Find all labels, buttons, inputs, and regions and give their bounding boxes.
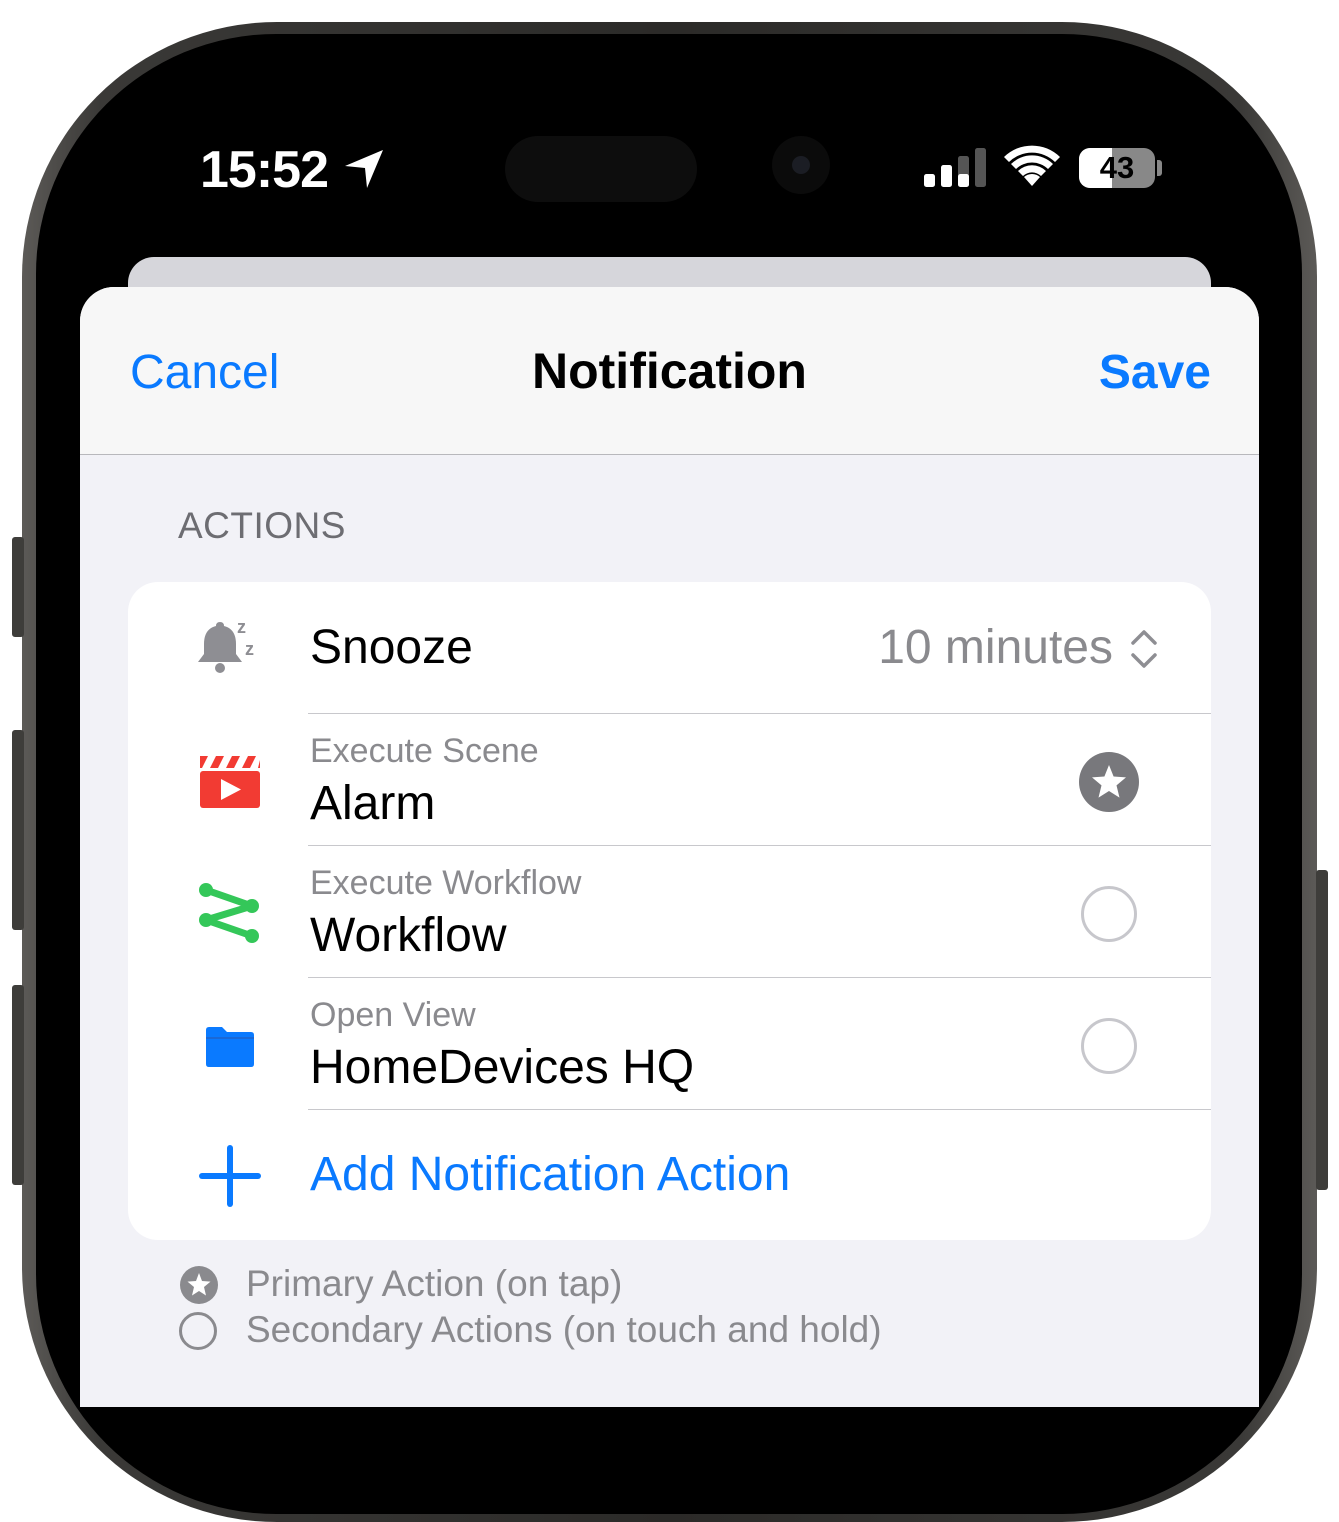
- front-camera: [772, 136, 830, 194]
- volume-up-button: [12, 730, 24, 930]
- action-type-label: Open View: [310, 996, 476, 1034]
- actions-list: z z Snooze 10 minutes Execute Scene Alar…: [128, 582, 1211, 1240]
- svg-text:z: z: [237, 617, 246, 637]
- primary-star-icon[interactable]: [1078, 751, 1140, 818]
- save-button[interactable]: Save: [1099, 345, 1211, 400]
- action-type-label: Execute Scene: [310, 732, 539, 770]
- battery-tip: [1157, 160, 1162, 176]
- location-arrow-icon: [343, 148, 385, 195]
- volume-down-button: [12, 985, 24, 1185]
- action-title: Alarm: [310, 777, 436, 830]
- legend-primary-text: Primary Action (on tap): [246, 1263, 623, 1304]
- action-row-snooze[interactable]: z z Snooze 10 minutes: [128, 582, 1211, 714]
- svg-text:z: z: [245, 639, 254, 659]
- primary-star-icon: [179, 1265, 219, 1310]
- action-title: Workflow: [310, 909, 507, 962]
- snooze-duration-value[interactable]: 10 minutes: [878, 620, 1113, 675]
- clapperboard-icon: [198, 752, 262, 815]
- page-title: Notification: [532, 343, 807, 399]
- action-row-open-view[interactable]: Open View HomeDevices HQ: [128, 978, 1211, 1110]
- action-row-scene[interactable]: Execute Scene Alarm: [128, 714, 1211, 846]
- power-button: [1316, 870, 1328, 1190]
- dynamic-island: [505, 136, 697, 202]
- notification-sheet: Cancel Notification Save ACTIONS z z Sno…: [80, 287, 1259, 1407]
- secondary-radio[interactable]: [1081, 1018, 1137, 1074]
- action-type-label: Execute Workflow: [310, 864, 582, 902]
- workflow-icon: [196, 882, 262, 949]
- secondary-radio[interactable]: [1081, 886, 1137, 942]
- actions-section-header: ACTIONS: [178, 505, 346, 546]
- secondary-radio-icon: [179, 1312, 217, 1350]
- action-title: Snooze: [310, 621, 473, 674]
- action-row-workflow[interactable]: Execute Workflow Workflow: [128, 846, 1211, 978]
- status-time: 15:52: [200, 141, 329, 199]
- plus-icon: [199, 1145, 261, 1212]
- battery-indicator: 43: [1079, 148, 1155, 188]
- action-button: [12, 537, 24, 637]
- cellular-signal-icon: [924, 148, 986, 193]
- battery-level: 43: [1099, 150, 1135, 185]
- action-title: HomeDevices HQ: [310, 1041, 695, 1094]
- add-action-label: Add Notification Action: [310, 1148, 791, 1201]
- add-notification-action-button[interactable]: Add Notification Action: [128, 1110, 1211, 1240]
- folder-icon: [204, 1026, 256, 1073]
- legend-secondary-text: Secondary Actions (on touch and hold): [246, 1309, 882, 1350]
- up-down-chevron-icon[interactable]: [1129, 626, 1159, 677]
- navigation-bar: Cancel Notification Save: [80, 287, 1259, 455]
- wifi-icon: [1004, 144, 1060, 193]
- bell-snooze-icon: z z: [196, 616, 264, 683]
